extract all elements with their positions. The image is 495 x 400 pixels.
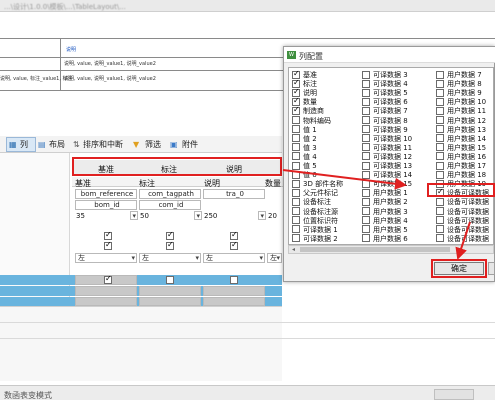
arrow-dialog-to-ok (455, 221, 471, 260)
arrow-header-to-dialog (282, 169, 407, 190)
annotation-arrows (282, 169, 471, 260)
